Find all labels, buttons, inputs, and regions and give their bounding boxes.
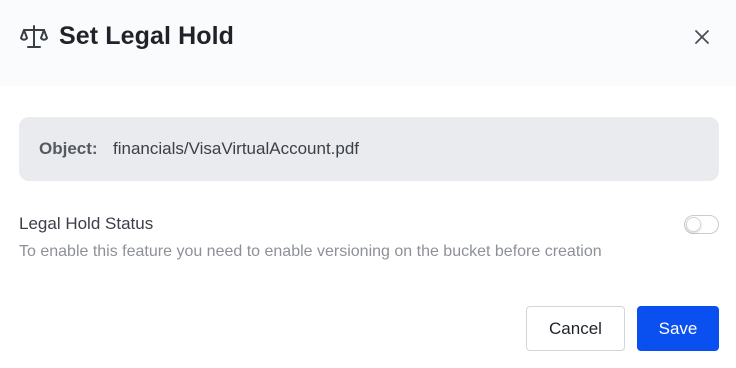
legal-hold-dialog: Set Legal Hold Object: financials/VisaVi… <box>0 0 736 368</box>
close-icon[interactable] <box>690 25 714 49</box>
legal-hold-toggle[interactable] <box>684 215 719 234</box>
legal-hold-status-hint: To enable this feature you need to enabl… <box>19 243 602 260</box>
cancel-button[interactable]: Cancel <box>526 306 625 351</box>
object-path: financials/VisaVirtualAccount.pdf <box>113 139 360 158</box>
dialog-title: Set Legal Hold <box>59 22 235 50</box>
object-info-box: Object: financials/VisaVirtualAccount.pd… <box>19 117 719 181</box>
object-label: Object: <box>39 139 98 158</box>
toggle-knob <box>686 217 701 232</box>
scale-icon <box>20 24 48 50</box>
legal-hold-status-label: Legal Hold Status <box>19 214 154 233</box>
dialog-header: Set Legal Hold <box>0 0 736 86</box>
save-button[interactable]: Save <box>637 306 719 351</box>
